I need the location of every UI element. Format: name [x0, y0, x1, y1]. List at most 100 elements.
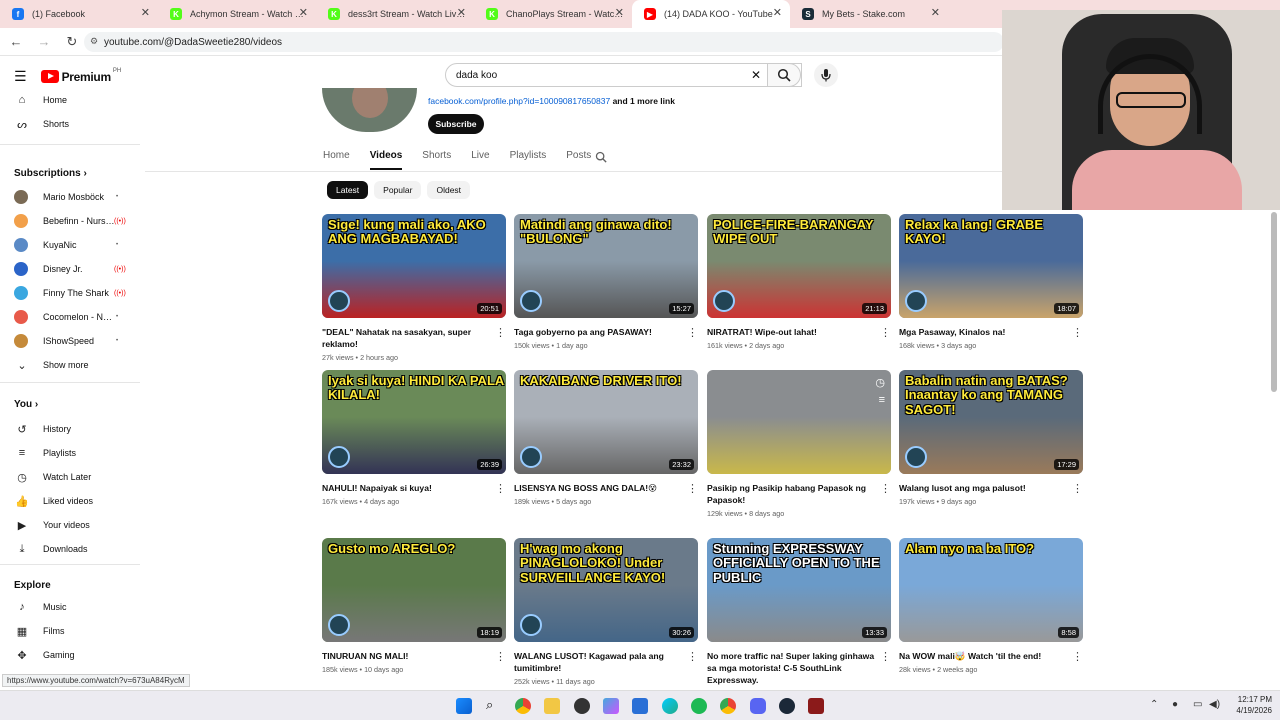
edge-icon[interactable] — [662, 698, 678, 714]
more-options-icon[interactable]: ⋮ — [495, 650, 506, 663]
sidebar-item-you[interactable]: ↺ History — [0, 418, 140, 440]
sidebar-item-subscription[interactable]: Finny The Shark ((•)) — [0, 282, 140, 304]
sidebar-item-subscription[interactable]: IShowSpeed • — [0, 330, 140, 352]
video-thumbnail[interactable]: POLICE-FIRE-BARANGAY WIPE OUT 21:13 — [707, 214, 891, 318]
browser-tab[interactable]: ▶ (14) DADA KOO - YouTube ✕ — [632, 0, 790, 28]
search-box[interactable]: dada koo ✕ — [445, 63, 802, 87]
video-card[interactable]: Gusto mo AREGLO? 18:19 TINURUAN NG MALI! 18… — [322, 538, 506, 674]
close-icon[interactable]: ✕ — [931, 6, 940, 19]
channel-link-url[interactable]: facebook.com/profile.php?id=100090817650… — [428, 96, 610, 106]
close-icon[interactable]: ✕ — [141, 6, 150, 19]
tab-playlists[interactable]: Playlists — [510, 150, 547, 161]
video-card[interactable]: Relax ka lang! GRABE KAYO! 18:07 Mga Pasaw… — [899, 214, 1083, 350]
menu-icon[interactable]: ☰ — [14, 68, 27, 85]
channel-link[interactable]: facebook.com/profile.php?id=100090817650… — [428, 96, 675, 106]
spotify-icon[interactable] — [691, 698, 707, 714]
video-title[interactable]: Pasikip ng Pasikip habang Papasok ng Pap… — [707, 482, 879, 506]
video-card[interactable]: ◷ ≡ Pasikip ng Pasikip habang Papasok ng P… — [707, 370, 891, 518]
reload-icon[interactable]: ↻ — [60, 30, 84, 54]
sidebar-item-shorts[interactable]: ᔕ Shorts — [0, 113, 140, 135]
video-thumbnail[interactable]: H'wag mo akong PINAGLOLOKO! Under SURVEI… — [514, 538, 698, 642]
steam-icon[interactable] — [779, 698, 795, 714]
tab-shorts[interactable]: Shorts — [422, 150, 451, 161]
video-thumbnail[interactable]: Iyak si kuya! HINDI KA PALA KILALA! 26:39 — [322, 370, 506, 474]
video-thumbnail[interactable]: Stunning EXPRESSWAY OFFICIALLY OPEN TO T… — [707, 538, 891, 642]
more-options-icon[interactable]: ⋮ — [687, 326, 698, 339]
video-thumbnail[interactable]: Matindi ang ginawa dito! "BULONG" 15:27 — [514, 214, 698, 318]
video-thumbnail[interactable]: KAKAIBANG DRIVER ITO! 23:32 — [514, 370, 698, 474]
sidebar-item-subscription[interactable]: Cocomelon - Nursery Rhymes• — [0, 306, 140, 328]
video-title[interactable]: No more traffic na! Super laking ginhawa… — [707, 650, 879, 686]
forward-icon[interactable]: → — [32, 30, 56, 54]
browser-tab[interactable]: K ChanoPlays Stream - Watch Live on Kick✕ — [474, 0, 632, 28]
mic-tray-icon[interactable]: ● — [1172, 699, 1178, 710]
browser-tab[interactable]: f (1) Facebook ✕ — [0, 0, 158, 28]
video-title[interactable]: NIRATRAT! Wipe-out lahat! — [707, 326, 879, 338]
address-bar[interactable]: ⚙ youtube.com/@DadaSweetie280/videos — [84, 32, 1004, 52]
sidebar-item-subscription[interactable]: Bebefinn - Nursery Rhymes((•)) — [0, 210, 140, 232]
close-icon[interactable]: ✕ — [457, 6, 466, 19]
video-title[interactable]: TINURUAN NG MALI! — [322, 650, 494, 662]
video-title[interactable]: LISENSYA NG BOSS ANG DALA!😵 — [514, 482, 686, 494]
close-icon[interactable]: ✕ — [299, 6, 308, 19]
sidebar-item-explore[interactable]: ♪ Music — [0, 596, 140, 618]
search-button[interactable] — [767, 63, 801, 87]
close-icon[interactable]: ✕ — [773, 6, 782, 19]
chrome-active-icon[interactable] — [720, 698, 736, 714]
video-thumbnail[interactable]: ◷ ≡ — [707, 370, 891, 474]
video-card[interactable]: Alam nyo na ba ITO? 8:58 Na WOW mali🤯 Watc… — [899, 538, 1083, 674]
video-thumbnail[interactable]: Babalin natin ang BATAS? Inaantay ko ang… — [899, 370, 1083, 474]
chip-oldest[interactable]: Oldest — [427, 181, 471, 199]
you-heading[interactable]: You › — [14, 399, 38, 410]
video-title[interactable]: NAHULI! Napaiyak si kuya! — [322, 482, 494, 494]
more-options-icon[interactable]: ⋮ — [1072, 326, 1083, 339]
sidebar-item-subscription[interactable]: Disney Jr. ((•)) — [0, 258, 140, 280]
clear-icon[interactable]: ✕ — [751, 68, 761, 82]
obs-icon[interactable] — [574, 698, 590, 714]
more-options-icon[interactable]: ⋮ — [1072, 482, 1083, 495]
video-card[interactable]: Stunning EXPRESSWAY OFFICIALLY OPEN TO T… — [707, 538, 891, 698]
show-more-button[interactable]: ⌄ Show more — [0, 354, 140, 376]
channel-search-icon[interactable] — [595, 151, 607, 163]
more-options-icon[interactable]: ⋮ — [1072, 650, 1083, 663]
video-card[interactable]: Matindi ang ginawa dito! "BULONG" 15:27 Ta… — [514, 214, 698, 350]
tab-videos[interactable]: Videos — [369, 150, 402, 170]
browser-tab[interactable]: S My Bets - Stake.com ✕ — [790, 0, 948, 28]
video-card[interactable]: Sige! kung mali ako, AKO ANG MAGBABAYAD!… — [322, 214, 506, 362]
video-title[interactable]: WALANG LUSOT! Kagawad pala ang tumitimbr… — [514, 650, 686, 674]
more-links[interactable]: and 1 more link — [613, 96, 675, 106]
more-options-icon[interactable]: ⋮ — [495, 482, 506, 495]
more-options-icon[interactable]: ⋮ — [687, 482, 698, 495]
tray-chevron-icon[interactable]: ⌃ — [1150, 699, 1158, 710]
video-card[interactable]: POLICE-FIRE-BARANGAY WIPE OUT 21:13 NIRATR… — [707, 214, 891, 350]
video-thumbnail[interactable]: Relax ka lang! GRABE KAYO! 18:07 — [899, 214, 1083, 318]
chip-popular[interactable]: Popular — [374, 181, 422, 199]
video-thumbnail[interactable]: Gusto mo AREGLO? 18:19 — [322, 538, 506, 642]
more-options-icon[interactable]: ⋮ — [880, 650, 891, 663]
video-card[interactable]: Babalin natin ang BATAS? Inaantay ko ang… — [899, 370, 1083, 506]
browser-tab[interactable]: K Achymon Stream - Watch Live on Kick✕ — [158, 0, 316, 28]
video-title[interactable]: Taga gobyerno pa ang PASAWAY! — [514, 326, 686, 338]
video-card[interactable]: KAKAIBANG DRIVER ITO! 23:32 LISENSYA NG BO… — [514, 370, 698, 506]
subscribe-button[interactable]: Subscribe — [428, 114, 484, 134]
video-thumbnail[interactable]: Sige! kung mali ako, AKO ANG MAGBABAYAD!… — [322, 214, 506, 318]
voice-search-button[interactable] — [814, 63, 838, 87]
more-options-icon[interactable]: ⋮ — [687, 650, 698, 663]
scrollbar-thumb[interactable] — [1271, 212, 1277, 392]
sidebar-item-subscription[interactable]: KuyaNic • — [0, 234, 140, 256]
more-options-icon[interactable]: ⋮ — [495, 326, 506, 339]
tab-posts[interactable]: Posts — [566, 150, 591, 161]
tab-live[interactable]: Live — [471, 150, 489, 161]
discord-icon[interactable] — [750, 698, 766, 714]
sidebar-item-explore[interactable]: ✥ Gaming — [0, 644, 140, 666]
copilot-icon[interactable] — [603, 698, 619, 714]
sidebar-item-you[interactable]: ≡ Playlists — [0, 442, 140, 464]
sidebar-item-you[interactable]: ⤓ Downloads — [0, 538, 140, 560]
search-taskbar-icon[interactable]: ⌕ — [486, 697, 502, 713]
close-icon[interactable]: ✕ — [615, 6, 624, 19]
sidebar-item-home[interactable]: ⌂ Home — [0, 89, 140, 111]
video-thumbnail[interactable]: Alam nyo na ba ITO? 8:58 — [899, 538, 1083, 642]
video-title[interactable]: Na WOW mali🤯 Watch 'til the end! — [899, 650, 1071, 662]
video-card[interactable]: Iyak si kuya! HINDI KA PALA KILALA! 26:39… — [322, 370, 506, 506]
clock[interactable]: 12:17 PM 4/19/2026 — [1236, 694, 1272, 716]
